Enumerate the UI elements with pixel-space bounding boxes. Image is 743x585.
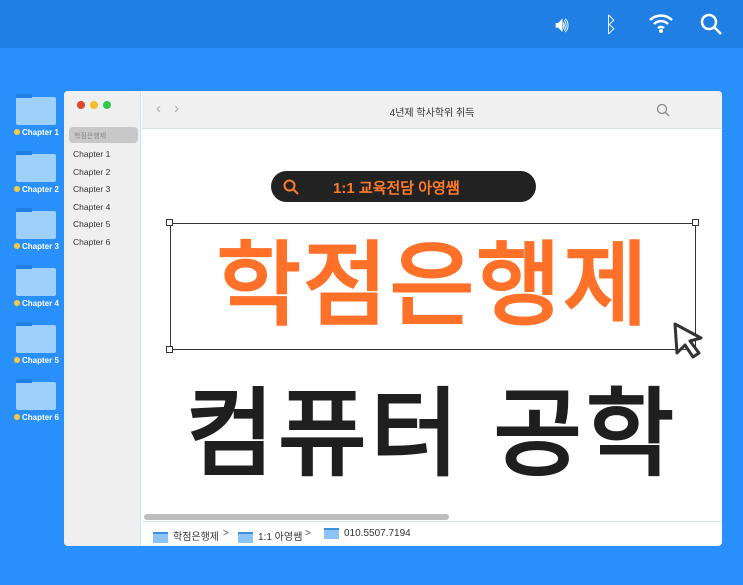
tag-dot bbox=[14, 129, 20, 135]
menu-bar: 🔊︎ ᛒ bbox=[0, 0, 743, 48]
folder-icon bbox=[324, 528, 339, 539]
desktop-folder[interactable]: Chapter 5 bbox=[14, 322, 59, 365]
tag-dot bbox=[14, 414, 20, 420]
folder-label: Chapter 1 bbox=[22, 128, 59, 137]
bluetooth-icon[interactable]: ᛒ bbox=[598, 12, 624, 38]
folder-icon bbox=[16, 322, 56, 353]
desktop-folder[interactable]: Chapter 1 bbox=[14, 94, 59, 137]
folder-label: Chapter 2 bbox=[22, 185, 59, 194]
tag-dot bbox=[14, 357, 20, 363]
sidebar-item[interactable]: Chapter 1 bbox=[73, 149, 110, 159]
resize-handle[interactable] bbox=[166, 346, 173, 353]
minimize-button[interactable] bbox=[90, 101, 98, 109]
search-icon[interactable] bbox=[656, 103, 670, 122]
desktop-folder[interactable]: Chapter 3 bbox=[14, 208, 59, 251]
window-title: 4년제 학사학위 취득 bbox=[389, 108, 475, 119]
sidebar: 학점은행제 Chapter 1 Chapter 2 Chapter 3 Chapter… bbox=[64, 91, 141, 546]
path-item[interactable]: 학점은행제 bbox=[153, 528, 219, 543]
finder-window: 학점은행제 Chapter 1 Chapter 2 Chapter 3 Chapter… bbox=[64, 91, 722, 546]
headline: 학점은행제 bbox=[170, 223, 696, 350]
cursor-icon bbox=[673, 322, 703, 359]
subheadline: 컴퓨터 공학 bbox=[185, 381, 679, 488]
desktop-folder[interactable]: Chapter 6 bbox=[14, 379, 59, 422]
folder-icon bbox=[153, 531, 168, 543]
path-separator: > bbox=[305, 528, 311, 539]
tag-dot bbox=[14, 186, 20, 192]
desktop-folder[interactable]: Chapter 2 bbox=[14, 151, 59, 194]
title-bar: ‹ › 4년제 학사학위 취득 bbox=[142, 91, 722, 129]
sidebar-item[interactable]: Chapter 3 bbox=[73, 184, 110, 194]
folder-label: Chapter 4 bbox=[22, 299, 59, 308]
folder-label: Chapter 6 bbox=[22, 413, 59, 422]
folder-icon bbox=[16, 265, 56, 296]
path-item[interactable]: 010.5507.7194 bbox=[324, 528, 411, 539]
path-bar: 학점은행제 > 1:1 아영쌤 > 010.5507.7194 bbox=[142, 521, 722, 546]
tag-dot bbox=[14, 243, 20, 249]
speaker-icon[interactable]: 🔊︎ bbox=[549, 12, 575, 38]
path-item[interactable]: 1:1 아영쌤 bbox=[238, 528, 302, 543]
folder-icon bbox=[16, 208, 56, 239]
search-pill: 1:1 교육전담 아영쌤 bbox=[271, 171, 536, 202]
folder-icon bbox=[238, 531, 253, 543]
maximize-button[interactable] bbox=[103, 101, 111, 109]
path-separator: > bbox=[223, 528, 229, 539]
desktop-folder[interactable]: Chapter 4 bbox=[14, 265, 59, 308]
search-icon[interactable] bbox=[698, 12, 724, 38]
close-button[interactable] bbox=[77, 101, 85, 109]
resize-handle[interactable] bbox=[166, 219, 173, 226]
sidebar-item[interactable]: Chapter 5 bbox=[73, 219, 110, 229]
folder-icon bbox=[16, 151, 56, 182]
folder-icon bbox=[16, 379, 56, 410]
sidebar-item[interactable]: Chapter 4 bbox=[73, 202, 110, 212]
folder-label: Chapter 5 bbox=[22, 356, 59, 365]
sidebar-item[interactable]: Chapter 2 bbox=[73, 167, 110, 177]
tag-dot bbox=[14, 300, 20, 306]
sidebar-item-selected[interactable]: 학점은행제 bbox=[69, 127, 138, 143]
search-icon bbox=[283, 179, 299, 195]
folder-icon bbox=[16, 94, 56, 125]
resize-handle[interactable] bbox=[692, 219, 699, 226]
wifi-icon[interactable] bbox=[648, 12, 674, 38]
folder-label: Chapter 3 bbox=[22, 242, 59, 251]
pill-text: 1:1 교육전담 아영쌤 bbox=[333, 180, 460, 197]
horizontal-scrollbar[interactable] bbox=[144, 514, 449, 520]
sidebar-item[interactable]: Chapter 6 bbox=[73, 237, 110, 247]
